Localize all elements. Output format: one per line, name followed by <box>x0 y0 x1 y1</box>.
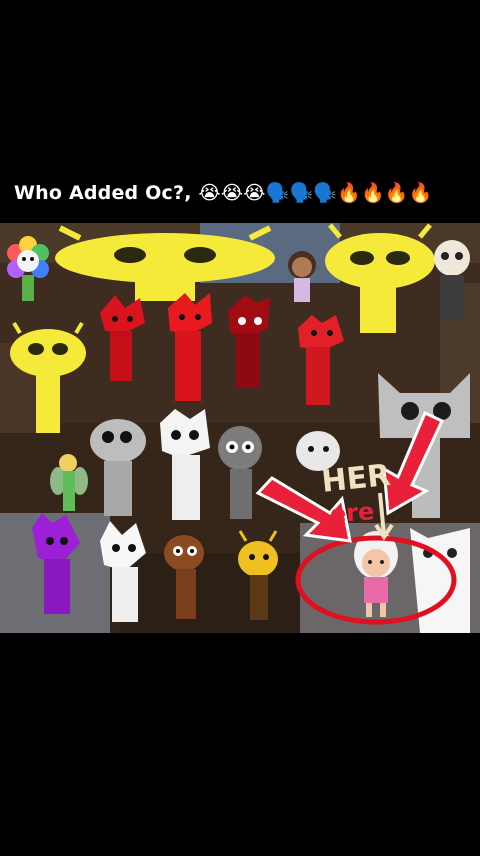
bottom-black-area <box>0 633 480 856</box>
meme-image: HER ere <box>0 223 480 633</box>
handwritten-ere-label: ere <box>329 497 375 528</box>
post-caption: Who Added Oc?, 😭😭😭🗣️🗣️🗣️🔥🔥🔥🔥 <box>14 181 433 204</box>
